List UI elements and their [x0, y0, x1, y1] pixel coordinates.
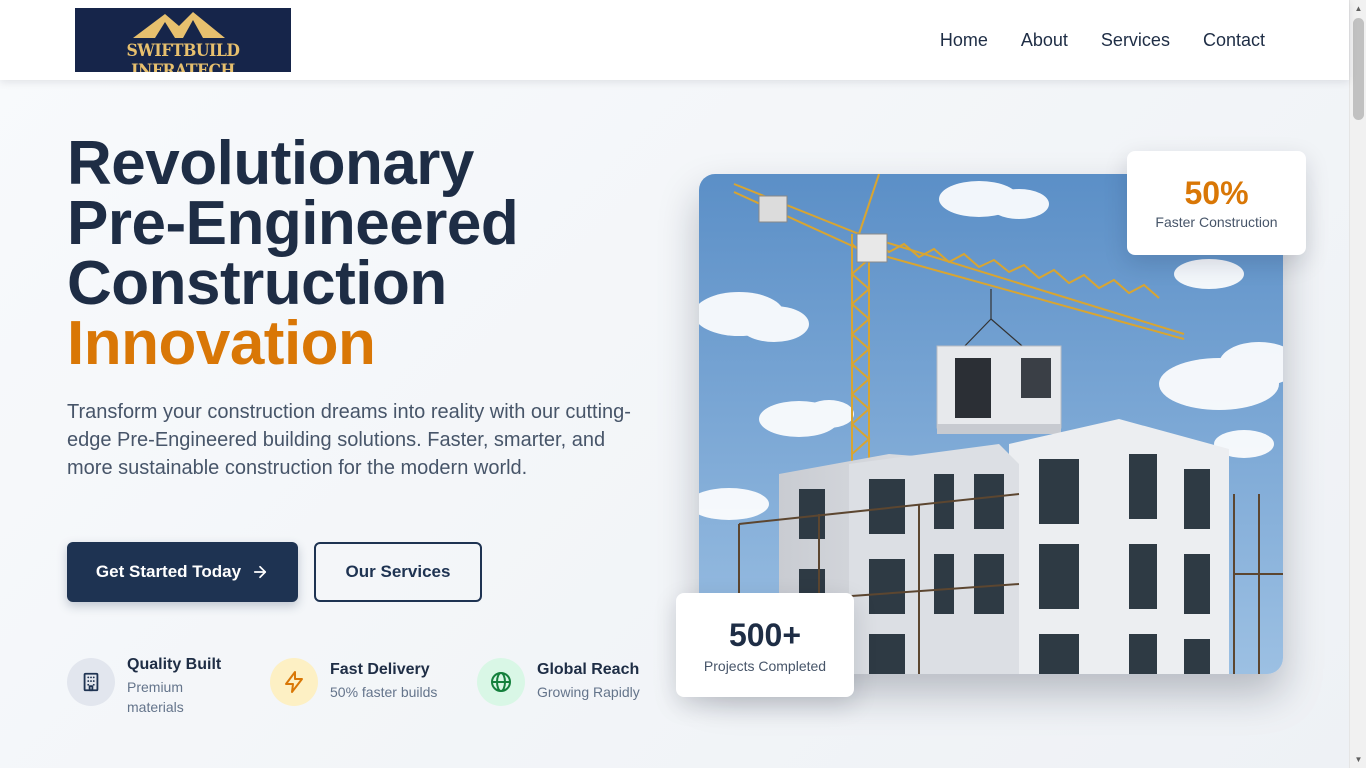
nav-contact[interactable]: Contact: [1203, 30, 1265, 51]
stat-value: 50%: [1184, 175, 1249, 211]
hero-title-accent: Innovation: [67, 309, 376, 378]
feature-title: Fast Delivery: [330, 661, 430, 678]
hero-title-line: Revolutionary: [67, 129, 474, 198]
hero-title-line: Construction: [67, 249, 447, 318]
nav-services[interactable]: Services: [1101, 30, 1170, 51]
nav-home[interactable]: Home: [940, 30, 988, 51]
main-nav: Home About Services Contact: [940, 30, 1265, 51]
feature-title: Global Reach: [537, 661, 640, 678]
globe-icon: [477, 658, 525, 706]
brand-logo[interactable]: SWIFTBUILD INFRATECH: [75, 8, 291, 72]
feature-delivery: Fast Delivery 50% faster builds: [270, 658, 437, 706]
hero-description: Transform your construction dreams into …: [67, 401, 631, 479]
feature-title: Quality Built: [127, 656, 222, 673]
nav-about[interactable]: About: [1021, 30, 1068, 51]
arrow-right-icon: [254, 565, 267, 579]
site-header: SWIFTBUILD INFRATECH Home About Services…: [0, 0, 1349, 80]
scroll-up-icon[interactable]: ▲: [1350, 0, 1366, 17]
feature-quality: Quality Built Premium materials: [67, 653, 221, 717]
lightning-icon: [270, 658, 318, 706]
hero-title: Revolutionary Pre-Engineered Constructio…: [67, 129, 647, 378]
logo-text: SWIFTBUILD INFRATECH: [126, 41, 240, 72]
building-icon: [67, 658, 115, 706]
feature-subtitle: Premium materials: [127, 679, 184, 715]
stat-label: Projects Completed: [703, 658, 827, 674]
page-scrollbar[interactable]: ▲ ▼: [1349, 0, 1366, 768]
hero-title-line: Pre-Engineered: [67, 189, 519, 258]
scroll-down-icon[interactable]: ▼: [1350, 751, 1366, 768]
stat-card-faster: 50% Faster Construction: [1127, 151, 1306, 255]
stat-label: Faster Construction: [1155, 214, 1278, 230]
scroll-thumb[interactable]: [1353, 18, 1364, 120]
feature-subtitle: Growing Rapidly: [537, 684, 640, 700]
our-services-button[interactable]: Our Services: [314, 542, 482, 602]
feature-subtitle: 50% faster builds: [330, 684, 438, 700]
feature-global: Global Reach Growing Rapidly: [477, 658, 640, 706]
stat-card-projects: 500+ Projects Completed: [676, 593, 854, 697]
stat-value: 500+: [728, 617, 802, 653]
get-started-button[interactable]: Get Started Today: [67, 542, 298, 602]
get-started-label: Get Started Today: [95, 562, 242, 581]
